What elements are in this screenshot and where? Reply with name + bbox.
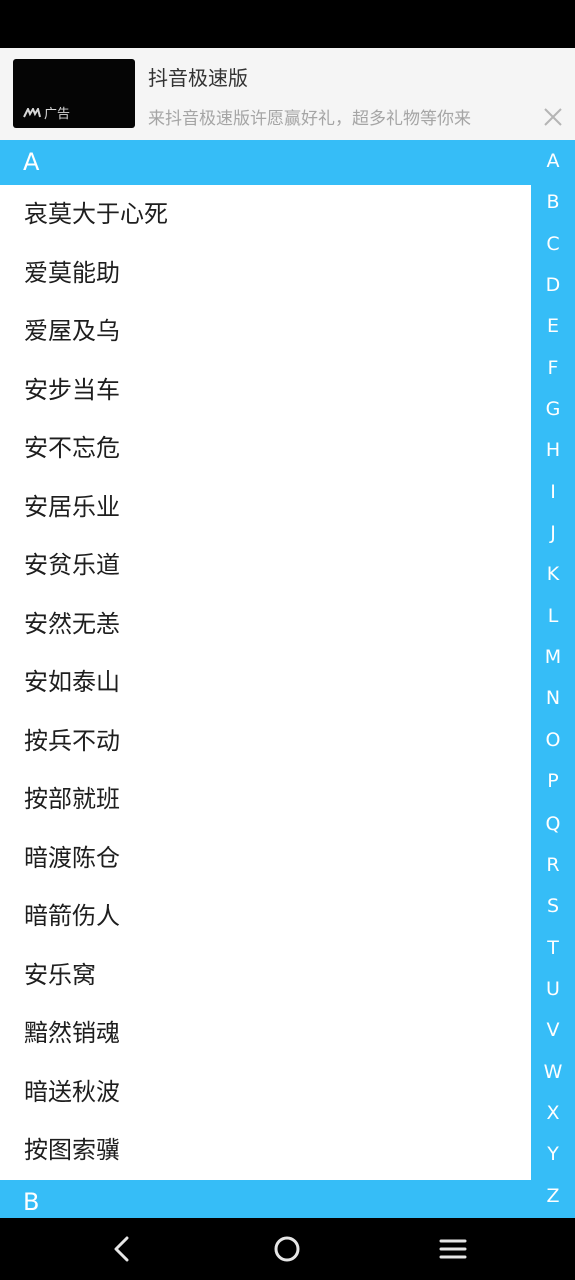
index-letter-r[interactable]: R xyxy=(531,845,575,886)
index-letter-c[interactable]: C xyxy=(531,224,575,265)
index-letter-n[interactable]: N xyxy=(531,678,575,719)
index-letter-x[interactable]: X xyxy=(531,1093,575,1134)
list-item[interactable]: 安乐窝 xyxy=(0,946,531,1005)
list-item[interactable]: 安贫乐道 xyxy=(0,536,531,595)
list-item[interactable]: 安然无恙 xyxy=(0,595,531,654)
menu-button[interactable] xyxy=(436,1232,470,1266)
index-letter-s[interactable]: S xyxy=(531,886,575,927)
list-item[interactable]: 按部就班 xyxy=(0,770,531,829)
list-item[interactable]: 黯然销魂 xyxy=(0,1004,531,1063)
index-letter-f[interactable]: F xyxy=(531,348,575,389)
index-letter-i[interactable]: I xyxy=(531,472,575,513)
list-item[interactable]: 按图索骥 xyxy=(0,1121,531,1180)
section-header-b: B xyxy=(0,1180,531,1218)
list-item[interactable]: 安居乐业 xyxy=(0,478,531,537)
index-letter-e[interactable]: E xyxy=(531,306,575,347)
section-a-list: 哀莫大于心死 爱莫能助 爱屋及乌 安步当车 安不忘危 安居乐业 安贫乐道 安然无… xyxy=(0,185,531,1180)
list-item[interactable]: 哀莫大于心死 xyxy=(0,185,531,244)
status-bar xyxy=(0,0,575,48)
index-letter-p[interactable]: P xyxy=(531,761,575,802)
index-letter-o[interactable]: O xyxy=(531,720,575,761)
idiom-list[interactable]: A 哀莫大于心死 爱莫能助 爱屋及乌 安步当车 安不忘危 安居乐业 安贫乐道 安… xyxy=(0,140,575,1218)
ad-description[interactable]: 来抖音极速版许愿赢好礼，超多礼物等你来 xyxy=(148,104,471,129)
index-letter-u[interactable]: U xyxy=(531,969,575,1010)
ad-banner[interactable]: 广告 抖音极速版 来抖音极速版许愿赢好礼，超多礼物等你来 xyxy=(0,48,575,140)
back-button[interactable] xyxy=(105,1232,139,1266)
list-item[interactable]: 安如泰山 xyxy=(0,653,531,712)
list-item[interactable]: 暗渡陈仓 xyxy=(0,829,531,888)
list-item[interactable]: 爱莫能助 xyxy=(0,244,531,303)
list-item[interactable]: 爱屋及乌 xyxy=(0,302,531,361)
index-letter-m[interactable]: M xyxy=(531,637,575,678)
ad-thumbnail[interactable]: 广告 xyxy=(13,59,135,128)
index-letter-h[interactable]: H xyxy=(531,430,575,471)
list-item[interactable]: 安步当车 xyxy=(0,361,531,420)
index-letter-b[interactable]: B xyxy=(531,182,575,223)
index-letter-g[interactable]: G xyxy=(531,389,575,430)
index-letter-a[interactable]: A xyxy=(531,141,575,182)
alphabet-index-bar[interactable]: A B C D E F G H I J K L M N O P Q R S T … xyxy=(531,140,575,1218)
list-item[interactable]: 暗箭伤人 xyxy=(0,887,531,946)
ad-logo-icon xyxy=(23,107,41,117)
ad-title[interactable]: 抖音极速版 xyxy=(148,62,248,91)
index-letter-t[interactable]: T xyxy=(531,928,575,969)
home-icon xyxy=(274,1236,300,1262)
close-icon xyxy=(544,108,562,126)
list-item[interactable]: 暗送秋波 xyxy=(0,1063,531,1122)
navigation-bar xyxy=(0,1218,575,1280)
index-letter-j[interactable]: J xyxy=(531,513,575,554)
ad-close-button[interactable] xyxy=(540,104,566,130)
index-letter-y[interactable]: Y xyxy=(531,1134,575,1175)
ad-badge: 广告 xyxy=(23,103,70,122)
index-letter-z[interactable]: Z xyxy=(531,1176,575,1217)
home-button[interactable] xyxy=(270,1232,304,1266)
index-letter-d[interactable]: D xyxy=(531,265,575,306)
menu-icon xyxy=(439,1239,467,1259)
back-icon xyxy=(114,1236,129,1262)
index-letter-l[interactable]: L xyxy=(531,596,575,637)
index-letter-q[interactable]: Q xyxy=(531,804,575,845)
ad-badge-label: 广告 xyxy=(44,107,71,122)
list-item[interactable]: 安不忘危 xyxy=(0,419,531,478)
index-letter-k[interactable]: K xyxy=(531,554,575,595)
index-letter-v[interactable]: V xyxy=(531,1010,575,1051)
section-header-a: A xyxy=(0,140,531,184)
list-item[interactable]: 按兵不动 xyxy=(0,712,531,771)
index-letter-w[interactable]: W xyxy=(531,1052,575,1093)
